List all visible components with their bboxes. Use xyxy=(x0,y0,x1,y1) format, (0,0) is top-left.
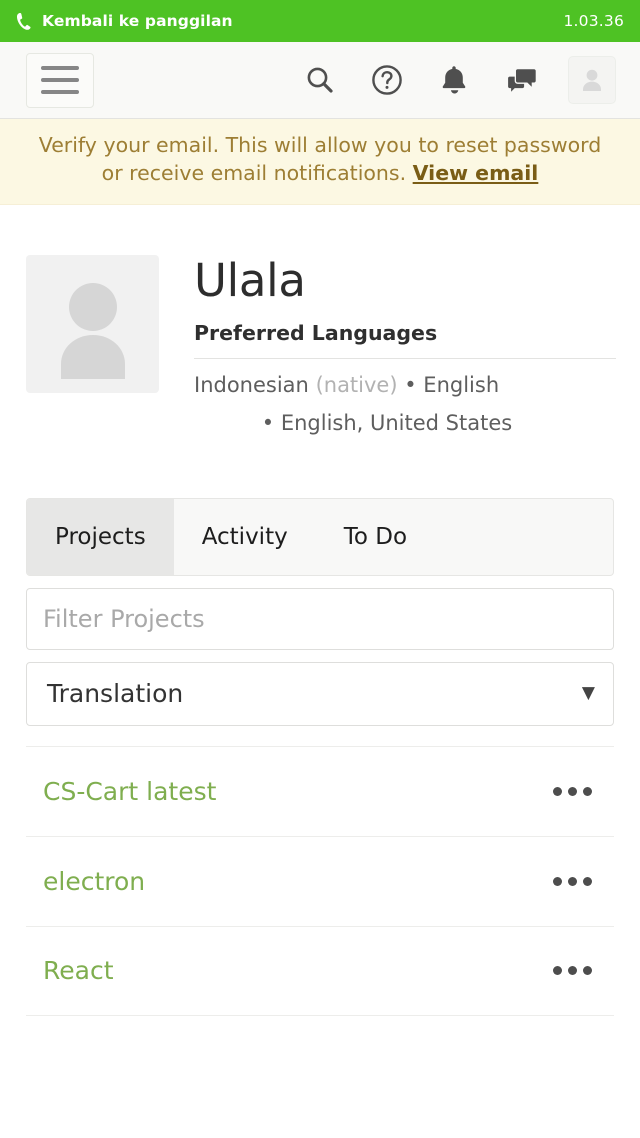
help-circle-icon[interactable] xyxy=(367,60,407,100)
language-primary-note: (native) xyxy=(315,373,398,397)
filter-projects-input[interactable] xyxy=(26,587,614,650)
menu-icon[interactable] xyxy=(26,52,94,108)
table-row: CS-Cart latest xyxy=(26,745,614,836)
languages-secondary-line: • English, United States xyxy=(261,411,513,436)
verify-email-banner: Verify your email. This will allow you t… xyxy=(0,119,640,205)
more-options-icon[interactable] xyxy=(549,958,596,983)
tab-projects[interactable]: Projects xyxy=(27,498,174,575)
project-link[interactable]: React xyxy=(43,956,549,985)
languages-primary-line: Indonesian (native) • English xyxy=(194,371,616,399)
menu-bar-3 xyxy=(41,90,79,94)
navbar-actions xyxy=(300,56,618,104)
language-primary: Indonesian xyxy=(194,373,309,397)
user-avatar-icon[interactable] xyxy=(568,56,616,104)
dot-1 xyxy=(553,966,562,976)
profile-tabs: Projects Activity To Do xyxy=(26,497,614,576)
project-list: CS-Cart latest electron React xyxy=(26,745,614,1016)
call-timer: 1.03.36 xyxy=(563,12,624,30)
project-link[interactable]: CS-Cart latest xyxy=(43,777,549,806)
phone-icon xyxy=(16,12,32,30)
main-content: Projects Activity To Do Translation ▼ CS… xyxy=(0,497,640,1016)
chevron-down-icon: ▼ xyxy=(581,683,595,704)
profile-avatar xyxy=(26,254,159,393)
dot-2 xyxy=(568,876,577,886)
table-row: electron xyxy=(26,835,614,926)
dot-2 xyxy=(568,966,577,976)
profile-divider xyxy=(194,358,616,359)
call-status-left: Kembali ke panggilan xyxy=(16,12,233,30)
call-status-label: Kembali ke panggilan xyxy=(42,12,233,30)
project-type-value: Translation xyxy=(47,679,184,709)
more-options-icon[interactable] xyxy=(549,779,596,804)
language-primary-rest: • English xyxy=(404,373,500,397)
more-options-icon[interactable] xyxy=(549,869,596,894)
menu-bar-1 xyxy=(41,66,79,70)
dot-3 xyxy=(583,876,592,886)
table-row: React xyxy=(26,925,614,1016)
dot-3 xyxy=(583,966,592,976)
tab-activity[interactable]: Activity xyxy=(174,499,316,575)
chat-icon[interactable] xyxy=(501,60,541,100)
dot-2 xyxy=(568,786,577,796)
dot-1 xyxy=(553,876,562,886)
project-type-select[interactable]: Translation ▼ xyxy=(26,661,614,726)
profile-details: Ulala Preferred Languages Indonesian (na… xyxy=(159,255,616,438)
preferred-languages-label: Preferred Languages xyxy=(194,321,438,345)
tab-todo[interactable]: To Do xyxy=(316,499,435,575)
dot-1 xyxy=(553,786,562,796)
search-icon[interactable] xyxy=(300,60,340,100)
dot-3 xyxy=(583,786,592,796)
project-link[interactable]: electron xyxy=(43,867,549,896)
profile-header: Ulala Preferred Languages Indonesian (na… xyxy=(0,205,640,438)
page-title: Ulala xyxy=(194,253,306,307)
app-navbar xyxy=(0,42,640,119)
user-placeholder-icon xyxy=(60,282,125,379)
call-status-bar[interactable]: Kembali ke panggilan 1.03.36 xyxy=(0,0,640,42)
bell-icon[interactable] xyxy=(434,60,474,100)
view-email-link[interactable]: View email xyxy=(413,161,539,185)
menu-bar-2 xyxy=(41,78,79,82)
